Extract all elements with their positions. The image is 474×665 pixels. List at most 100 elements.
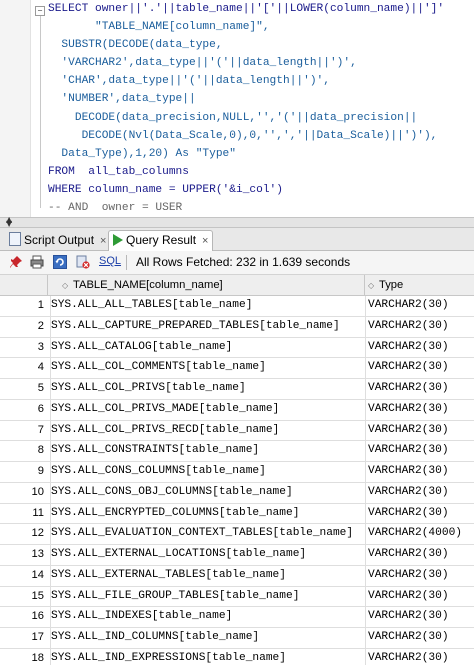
row-number[interactable]: 11 xyxy=(0,504,44,524)
sort-icon[interactable]: ◇ xyxy=(368,276,376,295)
cell-table-name[interactable]: SYS.ALL_ALL_TABLES[table_name] xyxy=(50,296,364,316)
row-number[interactable]: 9 xyxy=(0,462,44,482)
cell-type[interactable]: VARCHAR2(30) xyxy=(365,358,474,378)
cell-type[interactable]: VARCHAR2(30) xyxy=(365,399,474,420)
splitter-arrows-icon[interactable]: ▲ ▼ xyxy=(6,216,12,228)
cell-type[interactable]: VARCHAR2(30) xyxy=(365,420,474,441)
table-row[interactable]: 11 SYS.ALL_ENCRYPTED_COLUMNS[table_name] V… xyxy=(0,503,474,525)
row-number[interactable]: 4 xyxy=(0,358,44,378)
cell-type[interactable]: VARCHAR2(30) xyxy=(365,462,474,482)
code-line[interactable]: 'NUMBER',data_type|| xyxy=(48,90,474,108)
code-line[interactable]: 'VARCHAR2',data_type||'('||data_length||… xyxy=(48,54,474,72)
code-line[interactable]: SUBSTR(DECODE(data_type, xyxy=(48,36,474,54)
cell-type[interactable]: VARCHAR2(30) xyxy=(365,337,474,358)
code-line[interactable]: 'CHAR',data_type||'('||data_length||')', xyxy=(48,72,474,90)
code-line[interactable]: WHERE column_name = UPPER('&i_col') xyxy=(48,181,474,199)
row-number[interactable]: 2 xyxy=(0,317,44,337)
table-row[interactable]: 18 SYS.ALL_IND_EXPRESSIONS[table_name] VAR… xyxy=(0,648,474,665)
table-row[interactable]: 15 SYS.ALL_FILE_GROUP_TABLES[table_name] V… xyxy=(0,586,474,608)
refresh-icon[interactable] xyxy=(53,255,67,269)
table-row[interactable]: 9 SYS.ALL_CONS_COLUMNS[table_name] VARCHAR… xyxy=(0,462,474,483)
row-number[interactable]: 8 xyxy=(0,441,44,461)
column-header-type[interactable]: ◇ Type xyxy=(365,275,472,295)
cell-table-name[interactable]: SYS.ALL_CAPTURE_PREPARED_TABLES[table_na… xyxy=(50,316,364,337)
cancel-query-icon[interactable] xyxy=(76,255,90,269)
cell-table-name[interactable]: SYS.ALL_EXTERNAL_LOCATIONS[table_name] xyxy=(50,545,364,565)
result-grid[interactable]: ◇ TABLE_NAME[column_name] ◇ Type 1 SYS.ALL_… xyxy=(0,275,474,665)
table-row[interactable]: 13 SYS.ALL_EXTERNAL_LOCATIONS[table_name]… xyxy=(0,545,474,566)
print-icon[interactable] xyxy=(30,255,44,269)
table-row[interactable]: 4 SYS.ALL_COL_COMMENTS[table_name] VARCHAR… xyxy=(0,358,474,379)
row-number[interactable]: 13 xyxy=(0,545,44,565)
table-row[interactable]: 8 SYS.ALL_CONSTRAINTS[table_name] VARCHAR2… xyxy=(0,441,474,462)
code-line[interactable]: FROM all_tab_columns xyxy=(48,163,474,181)
pane-splitter[interactable]: ▲ ▼ xyxy=(0,216,474,228)
sort-icon[interactable]: ◇ xyxy=(62,276,70,295)
row-number[interactable]: 5 xyxy=(0,379,44,399)
row-number[interactable]: 17 xyxy=(0,628,44,648)
table-row[interactable]: 14 SYS.ALL_EXTERNAL_TABLES[table_name] VAR… xyxy=(0,565,474,587)
row-number[interactable]: 7 xyxy=(0,421,44,441)
row-number[interactable]: 10 xyxy=(0,483,44,503)
row-number[interactable]: 12 xyxy=(0,524,44,544)
table-row[interactable]: 3 SYS.ALL_CATALOG[table_name] VARCHAR2(30) xyxy=(0,337,474,359)
cell-table-name[interactable]: SYS.ALL_COL_PRIVS[table_name] xyxy=(50,379,364,399)
table-row[interactable]: 12 SYS.ALL_EVALUATION_CONTEXT_TABLES[tabl… xyxy=(0,524,474,545)
code-line[interactable]: -- AND owner = USER xyxy=(48,199,474,217)
row-number[interactable]: 18 xyxy=(0,649,44,665)
close-icon[interactable]: × xyxy=(202,235,208,247)
close-icon[interactable]: × xyxy=(100,235,106,247)
cell-type[interactable]: VARCHAR2(30) xyxy=(365,296,474,316)
cell-type[interactable]: VARCHAR2(30) xyxy=(365,545,474,565)
row-number[interactable]: 3 xyxy=(0,338,44,358)
cell-type[interactable]: VARCHAR2(30) xyxy=(365,586,474,607)
cell-table-name[interactable]: SYS.ALL_ENCRYPTED_COLUMNS[table_name] xyxy=(50,503,364,524)
table-row[interactable]: 7 SYS.ALL_COL_PRIVS_RECD[table_name] VARCH… xyxy=(0,420,474,442)
table-row[interactable]: 10 SYS.ALL_CONS_OBJ_COLUMNS[table_name] VA… xyxy=(0,482,474,504)
code-area[interactable]: SELECT owner||'.'||table_name||'['||LOWE… xyxy=(48,0,474,217)
cell-table-name[interactable]: SYS.ALL_IND_COLUMNS[table_name] xyxy=(50,628,364,648)
tab-query-result[interactable]: Query Result × xyxy=(108,230,214,252)
cell-table-name[interactable]: SYS.ALL_CONS_COLUMNS[table_name] xyxy=(50,462,364,482)
cell-table-name[interactable]: SYS.ALL_INDEXES[table_name] xyxy=(50,607,364,627)
cell-type[interactable]: VARCHAR2(30) xyxy=(365,482,474,503)
cell-type[interactable]: VARCHAR2(30) xyxy=(365,316,474,337)
table-row[interactable]: 5 SYS.ALL_COL_PRIVS[table_name] VARCHAR2(3… xyxy=(0,379,474,400)
code-line[interactable]: "TABLE_NAME[column_name]", xyxy=(48,18,474,36)
cell-type[interactable]: VARCHAR2(30) xyxy=(365,628,474,648)
cell-table-name[interactable]: SYS.ALL_IND_EXPRESSIONS[table_name] xyxy=(50,648,364,665)
table-row[interactable]: 17 SYS.ALL_IND_COLUMNS[table_name] VARCHAR… xyxy=(0,628,474,649)
row-number[interactable]: 6 xyxy=(0,400,44,420)
cell-type[interactable]: VARCHAR2(30) xyxy=(365,503,474,524)
cell-table-name[interactable]: SYS.ALL_COL_COMMENTS[table_name] xyxy=(50,358,364,378)
code-line[interactable]: Data_Type),1,20) As "Type" xyxy=(48,145,474,163)
cell-table-name[interactable]: SYS.ALL_COL_PRIVS_RECD[table_name] xyxy=(50,420,364,441)
cell-type[interactable]: VARCHAR2(4000) xyxy=(365,524,474,544)
table-row[interactable]: 1 SYS.ALL_ALL_TABLES[table_name] VARCHAR2(… xyxy=(0,296,474,317)
code-line[interactable]: DECODE(data_precision,NULL,'','('||data_… xyxy=(48,109,474,127)
row-number[interactable]: 16 xyxy=(0,607,44,627)
fold-toggle-icon[interactable]: − xyxy=(35,6,45,16)
table-row[interactable]: 6 SYS.ALL_COL_PRIVS_MADE[table_name] VARCH… xyxy=(0,399,474,421)
row-number[interactable]: 1 xyxy=(0,296,44,316)
table-row[interactable]: 2 SYS.ALL_CAPTURE_PREPARED_TABLES[table_n… xyxy=(0,316,474,338)
cell-type[interactable]: VARCHAR2(30) xyxy=(365,379,474,399)
row-number-header[interactable] xyxy=(0,275,48,295)
row-number[interactable]: 15 xyxy=(0,587,44,607)
tab-script-output[interactable]: Script Output × xyxy=(4,230,112,250)
column-header-table-name[interactable]: ◇ TABLE_NAME[column_name] xyxy=(48,275,365,295)
cell-type[interactable]: VARCHAR2(30) xyxy=(365,565,474,586)
cell-table-name[interactable]: SYS.ALL_FILE_GROUP_TABLES[table_name] xyxy=(50,586,364,607)
sql-link[interactable]: SQL xyxy=(99,255,121,267)
row-number[interactable]: 14 xyxy=(0,566,44,586)
cell-table-name[interactable]: SYS.ALL_CONS_OBJ_COLUMNS[table_name] xyxy=(50,482,364,503)
cell-type[interactable]: VARCHAR2(30) xyxy=(365,648,474,665)
table-row[interactable]: 16 SYS.ALL_INDEXES[table_name] VARCHAR2(30… xyxy=(0,607,474,628)
cell-table-name[interactable]: SYS.ALL_EXTERNAL_TABLES[table_name] xyxy=(50,565,364,586)
cell-table-name[interactable]: SYS.ALL_COL_PRIVS_MADE[table_name] xyxy=(50,399,364,420)
cell-table-name[interactable]: SYS.ALL_CONSTRAINTS[table_name] xyxy=(50,441,364,461)
cell-table-name[interactable]: SYS.ALL_CATALOG[table_name] xyxy=(50,337,364,358)
cell-type[interactable]: VARCHAR2(30) xyxy=(365,441,474,461)
pin-icon[interactable] xyxy=(9,255,23,269)
sql-editor[interactable]: − SELECT owner||'.'||table_name||'['||LO… xyxy=(0,0,474,217)
